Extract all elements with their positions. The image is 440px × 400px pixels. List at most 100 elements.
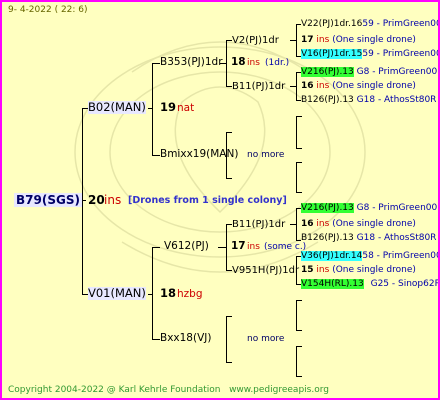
gen2-note: (some c.) (264, 242, 307, 252)
sire-year: 19 (160, 100, 177, 114)
empty-bracket (296, 300, 302, 301)
empty-bracket (296, 116, 302, 117)
empty-bracket (296, 162, 297, 192)
connector (226, 362, 232, 363)
connector (82, 108, 83, 294)
sire-breeder: nat (177, 102, 195, 114)
connector (148, 108, 152, 109)
gen4-queen: V154H(RL).13 (301, 279, 364, 289)
connector (148, 294, 152, 295)
no-more-label: no more (247, 334, 285, 344)
connector (152, 339, 160, 340)
root-breeder: ins (104, 193, 122, 207)
gen4-queen: V216(PJ).13 (301, 203, 354, 213)
gen2-breeder: ins (247, 242, 260, 252)
gen2-year: 18 (231, 56, 246, 68)
copyright-text: Copyright 2004-2022 @ Karl Kehrle Founda… (8, 385, 221, 395)
queen-root[interactable]: B79(SGS) (14, 193, 82, 207)
gen4-entry: 17 ins (One single drone) (301, 34, 416, 46)
connector (152, 63, 160, 64)
gen3-queen[interactable]: B11(PJ)1dr (232, 80, 285, 93)
empty-bracket (296, 116, 297, 148)
gen4-breeder-line: G25 - Sinop62R (370, 279, 440, 289)
gen4-year: 15 (301, 265, 314, 275)
gen4-entry[interactable]: V16(PJ)1dr.1559 - PrimGreen00 (301, 48, 440, 60)
gen3-queen[interactable]: V951H(PJ)1dr (232, 264, 299, 277)
gen4-entry[interactable]: V22(PJ)1dr.1659 - PrimGreen00 (301, 18, 440, 30)
gen4-queen: B126(PJ).13 (301, 95, 354, 105)
gen4-note: (One single drone) (332, 219, 416, 229)
no-more-label: no more (247, 150, 285, 160)
empty-bracket (296, 346, 297, 376)
gen4-year: 16 (301, 81, 314, 91)
dam-year: 18 (160, 286, 177, 300)
gen4-entry: 16 ins (One single drone) (301, 218, 416, 230)
gen2-queen[interactable]: Bxx18(VJ) (160, 332, 211, 345)
gen2-note: (1dr.) (265, 58, 290, 68)
gen2-queen[interactable]: B353(PJ)1dr (160, 56, 223, 69)
connector (226, 316, 227, 362)
gen4-breeder: ins (316, 265, 330, 275)
gen2-year: 17 (231, 240, 246, 252)
gen4-note: (One single drone) (332, 81, 416, 91)
root-year: 20 (88, 193, 105, 207)
gen4-note: (One single drone) (332, 265, 416, 275)
gen3-queen[interactable]: V2(PJ)1dr (232, 34, 279, 47)
connector (226, 316, 232, 317)
gen4-queen: B126(PJ).13 (301, 233, 354, 243)
gen4-breeder: ins (316, 219, 330, 229)
gen4-breeder-line: 59 - PrimGreen00 (362, 49, 440, 59)
connector (152, 155, 160, 156)
sire-queen[interactable]: B02(MAN) (88, 101, 146, 114)
gen4-queen: V16(PJ)1dr.15 (301, 49, 363, 59)
gen2-breeder: ins (247, 58, 260, 68)
connector (226, 40, 227, 86)
connector (152, 63, 153, 155)
connector (296, 208, 297, 240)
connector (152, 247, 153, 339)
gen4-entry[interactable]: V216(PJ).13 G8 - PrimGreen00 (301, 66, 437, 78)
gen4-year: 16 (301, 219, 314, 229)
website-link[interactable]: www.pedigreeapis.org (229, 385, 329, 395)
empty-bracket (296, 148, 302, 149)
connector (226, 178, 232, 179)
connector (218, 247, 226, 248)
dam-queen[interactable]: V01(MAN) (88, 287, 146, 300)
gen2-queen[interactable]: V612(PJ) (164, 240, 209, 253)
gen4-entry[interactable]: V36(PJ)1dr.1458 - PrimGreen00 (301, 250, 440, 262)
empty-bracket (296, 376, 302, 377)
gen4-breeder-line: 59 - PrimGreen00 (362, 19, 440, 29)
gen4-entry[interactable]: B126(PJ).13 G18 - AthosSt80R (301, 94, 436, 106)
connector (226, 132, 232, 133)
gen3-queen[interactable]: B11(PJ)1dr (232, 218, 285, 231)
gen4-note: (One single drone) (332, 35, 416, 45)
gen4-breeder-line: G8 - PrimGreen00 (356, 67, 438, 77)
gen4-breeder-line: G18 - AthosSt80R (356, 233, 437, 243)
generated-date: 9- 4-2022 ( 22: 6) (8, 5, 88, 15)
gen4-entry: 15 ins (One single drone) (301, 264, 416, 276)
gen4-breeder-line: G18 - AthosSt80R (356, 95, 437, 105)
footer: Copyright 2004-2022 @ Karl Kehrle Founda… (8, 384, 329, 396)
gen4-entry: 16 ins (One single drone) (301, 80, 416, 92)
gen4-breeder-line: 58 - PrimGreen00 (362, 251, 440, 261)
connector (290, 40, 296, 41)
gen4-breeder-line: G8 - PrimGreen00 (356, 203, 438, 213)
connector (290, 224, 296, 225)
gen4-entry[interactable]: V216(PJ).13 G8 - PrimGreen00 (301, 202, 437, 214)
gen2-queen[interactable]: Bmixx19(MAN) (160, 148, 238, 161)
connector (152, 247, 160, 248)
gen4-entry[interactable]: V154H(RL).13 G25 - Sinop62R (301, 278, 440, 290)
empty-bracket (296, 162, 302, 163)
pedigree-frame: 9- 4-2022 ( 22: 6) B79(SGS) 20 ins [Dron… (0, 0, 440, 400)
empty-bracket (296, 300, 297, 330)
connector (226, 224, 227, 270)
gen4-year: 17 (301, 35, 314, 45)
gen4-queen: V22(PJ)1dr.16 (301, 19, 363, 29)
gen4-queen: V216(PJ).13 (301, 67, 354, 77)
root-drone-note: [Drones from 1 single colony] (128, 195, 287, 206)
gen4-entry[interactable]: B126(PJ).13 G18 - AthosSt80R (301, 232, 436, 244)
gen4-breeder: ins (316, 81, 330, 91)
dam-breeder: hzbg (177, 288, 203, 300)
connector (296, 24, 297, 56)
empty-bracket (296, 330, 302, 331)
